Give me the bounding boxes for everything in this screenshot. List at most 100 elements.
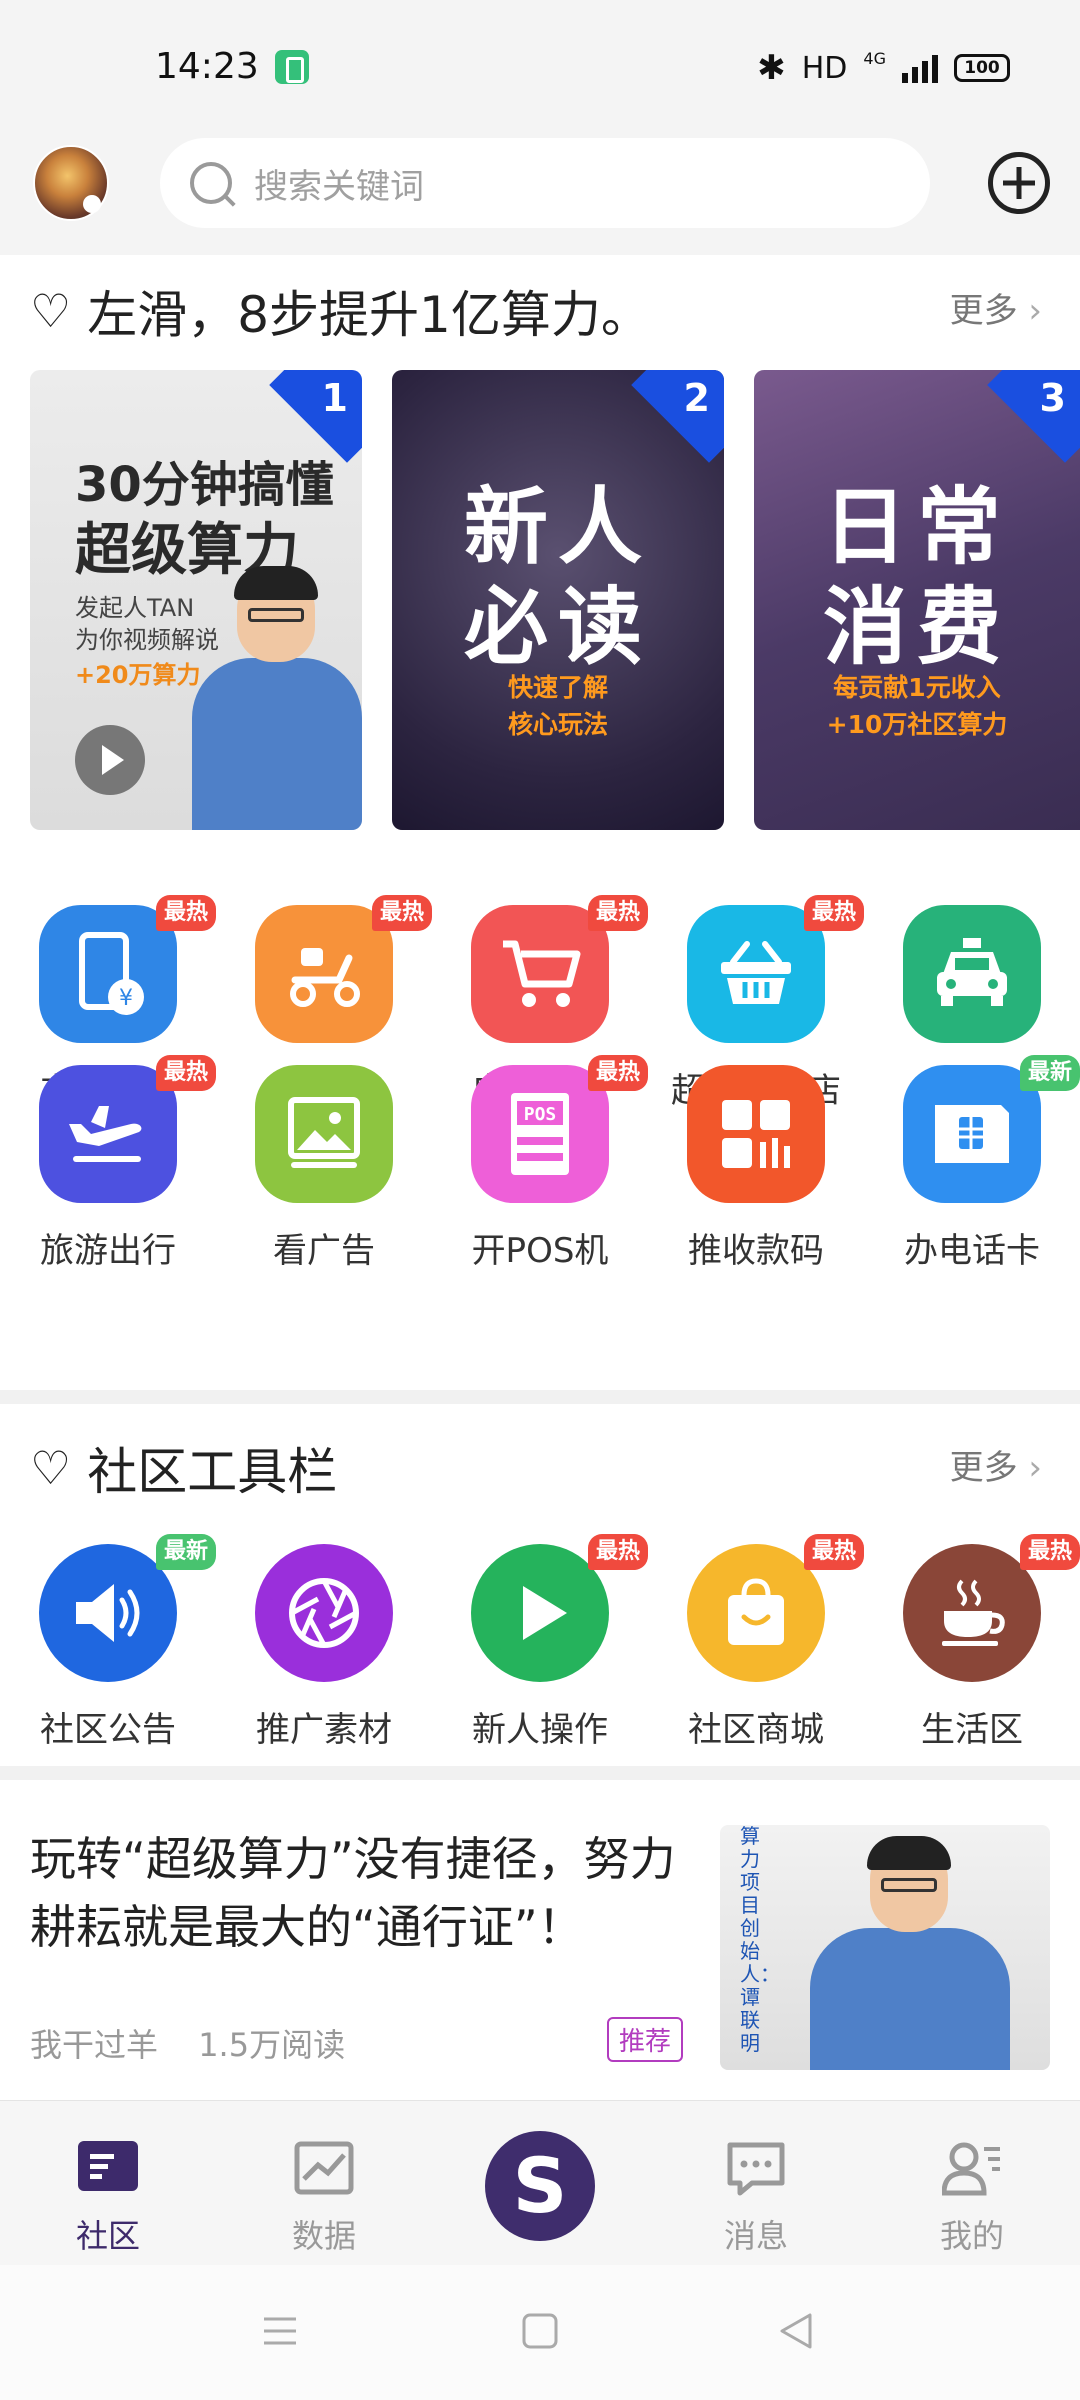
hot-tag: 最热 [803, 895, 864, 931]
service-label: 看广告 [273, 1231, 375, 1271]
promo-title-text: 左滑，8步提升1亿算力。 [87, 286, 651, 344]
network-type: 4G [863, 48, 886, 68]
aperture-icon [255, 1544, 393, 1682]
avatar[interactable] [33, 145, 109, 221]
section-divider [0, 1390, 1080, 1404]
hot-tag: 最热 [587, 895, 648, 931]
system-nav-bar [0, 2265, 1080, 2400]
nav-community[interactable]: 社区 [0, 2141, 216, 2257]
nav-label: 数据 [291, 2217, 356, 2255]
banner-1-number: 1 [321, 376, 348, 420]
center-action-button[interactable]: S [485, 2131, 595, 2241]
qr-code-icon [687, 1065, 825, 1203]
new-tag: 最新 [1019, 1055, 1080, 1091]
hot-tag: 最热 [155, 1055, 216, 1091]
banner-3-badge [987, 370, 1080, 463]
banner-2-sub2: 核心玩法 [507, 710, 608, 739]
status-time: 14:23 [155, 46, 259, 87]
banner-daily-spending[interactable]: 日常 消费 每贡献1元收入 +10万社区算力 3 [754, 370, 1080, 830]
promo-more-link[interactable]: 更多 › [950, 283, 1042, 332]
status-indicators: ✱ HD 4G 100 [757, 48, 1010, 88]
banner-video-guide[interactable]: 30分钟搞懂 超级算力 发起人TAN 为你视频解说 +20万算力 1 [30, 370, 362, 830]
banner-2-number: 2 [683, 376, 710, 420]
home-icon[interactable] [522, 2313, 558, 2353]
tool-newbie-guide[interactable]: 最热 新人操作 [432, 1534, 648, 1750]
article-meta: 我干过羊 1.5万阅读 [30, 2020, 375, 2066]
search-icon [190, 162, 232, 204]
play-icon[interactable] [75, 725, 145, 795]
article-reads: 1.5万阅读 [198, 2026, 346, 2064]
tool-promo-material[interactable]: 推广素材 [216, 1544, 432, 1750]
banner-1-sub1: 发起人TAN [75, 594, 195, 622]
community-more-link[interactable]: 更多 › [950, 1440, 1042, 1489]
thumbnail-caption: 算力项目创始人：谭联明 [740, 1825, 780, 2055]
community-icon [78, 2141, 138, 2197]
founder-photo [810, 1836, 1010, 2070]
search-placeholder: 搜索关键词 [254, 166, 424, 207]
hot-tag: 最热 [587, 1055, 648, 1091]
banner-3-number: 3 [1039, 376, 1066, 420]
article-thumbnail[interactable]: 算力项目创始人：谭联明 [720, 1825, 1050, 2070]
chevron-right-icon: › [1028, 291, 1042, 331]
service-label: 推收款码 [688, 1231, 824, 1271]
recommend-badge: 推荐 [607, 2017, 684, 2062]
bottom-nav: 社区 数据 S 消息 我的 [0, 2100, 1080, 2265]
article-card[interactable]: 玩转“超级算力”没有捷径，努力耕耘就是最大的“通行证”！ 我干过羊 1.5万阅读… [0, 1780, 1080, 2100]
profile-icon [941, 2141, 1002, 2197]
top-header: 搜索关键词 [0, 130, 1080, 255]
search-input[interactable]: 搜索关键词 [160, 138, 930, 228]
taxi-icon [903, 905, 1041, 1043]
presenter-photo [192, 566, 362, 830]
service-watch-ads[interactable]: 看广告 [216, 1065, 432, 1271]
battery-icon: 100 [954, 54, 1010, 82]
nav-label: 社区 [75, 2217, 140, 2255]
hot-tag: 最热 [587, 1534, 648, 1570]
battery-saver-icon [275, 50, 309, 84]
banner-newcomer-guide[interactable]: 新人 必读 快速了解 核心玩法 2 [392, 370, 724, 830]
article-title[interactable]: 玩转“超级算力”没有捷径，努力耕耘就是最大的“通行证”！ [30, 1825, 690, 1961]
community-more-label: 更多 [949, 1448, 1018, 1488]
banner-2-sub1: 快速了解 [507, 673, 608, 702]
hot-tag: 最热 [1019, 1534, 1080, 1570]
tool-label: 新人操作 [472, 1710, 608, 1750]
hot-tag: 最热 [803, 1534, 864, 1570]
service-label: 旅游出行 [40, 1231, 176, 1271]
svg-text:POS: POS [524, 1104, 557, 1125]
service-pos[interactable]: POS 最热 开POS机 [432, 1055, 648, 1271]
service-payment-code[interactable]: 推收款码 [648, 1065, 864, 1271]
image-icon [255, 1065, 393, 1203]
tool-life-zone[interactable]: 最热 生活区 [864, 1534, 1080, 1750]
chat-icon [726, 2141, 786, 2197]
network-label: HD [801, 50, 848, 86]
banner-3-sub2: +10万社区算力 [826, 710, 1008, 739]
tool-label: 推广素材 [256, 1710, 392, 1750]
community-section-title: ♡ 社区工具栏 [30, 1432, 337, 1504]
banner-3-line2: 消费 [822, 578, 1011, 676]
nav-profile[interactable]: 我的 [864, 2141, 1080, 2257]
main-card: ♡ 左滑，8步提升1亿算力。 更多 › 30分钟搞懂 超级算力 发起人TAN 为… [0, 255, 1080, 1390]
banner-2-line2: 必读 [463, 578, 652, 676]
service-sim-card[interactable]: 最新 办电话卡 [864, 1055, 1080, 1271]
promo-more-label: 更多 [949, 291, 1018, 331]
chevron-right-icon: › [1028, 1448, 1042, 1488]
nav-label: 我的 [939, 2217, 1004, 2255]
nav-data[interactable]: 数据 [216, 2141, 432, 2257]
signal-icon [902, 53, 938, 83]
nav-label: 消息 [723, 2217, 788, 2255]
add-button[interactable] [988, 152, 1050, 214]
banner-3-sub1: 每贡献1元收入 [833, 673, 1001, 702]
tool-community-mall[interactable]: 最热 社区商城 [648, 1534, 864, 1750]
hot-tag: 最热 [155, 895, 216, 931]
back-icon[interactable] [778, 2313, 814, 2353]
article-author: 我干过羊 [30, 2026, 159, 2064]
chart-icon [294, 2141, 354, 2197]
banner-1-sub3: +20万算力 [75, 661, 201, 689]
heart-icon: ♡ [30, 284, 72, 338]
tool-label: 社区公告 [40, 1710, 176, 1750]
menu-icon[interactable] [262, 2313, 298, 2353]
tool-announcement[interactable]: 最新 社区公告 [0, 1534, 216, 1750]
service-travel[interactable]: 最热 旅游出行 [0, 1055, 216, 1271]
bluetooth-icon: ✱ [757, 48, 786, 88]
tool-label: 社区商城 [688, 1710, 824, 1750]
nav-messages[interactable]: 消息 [648, 2141, 864, 2257]
